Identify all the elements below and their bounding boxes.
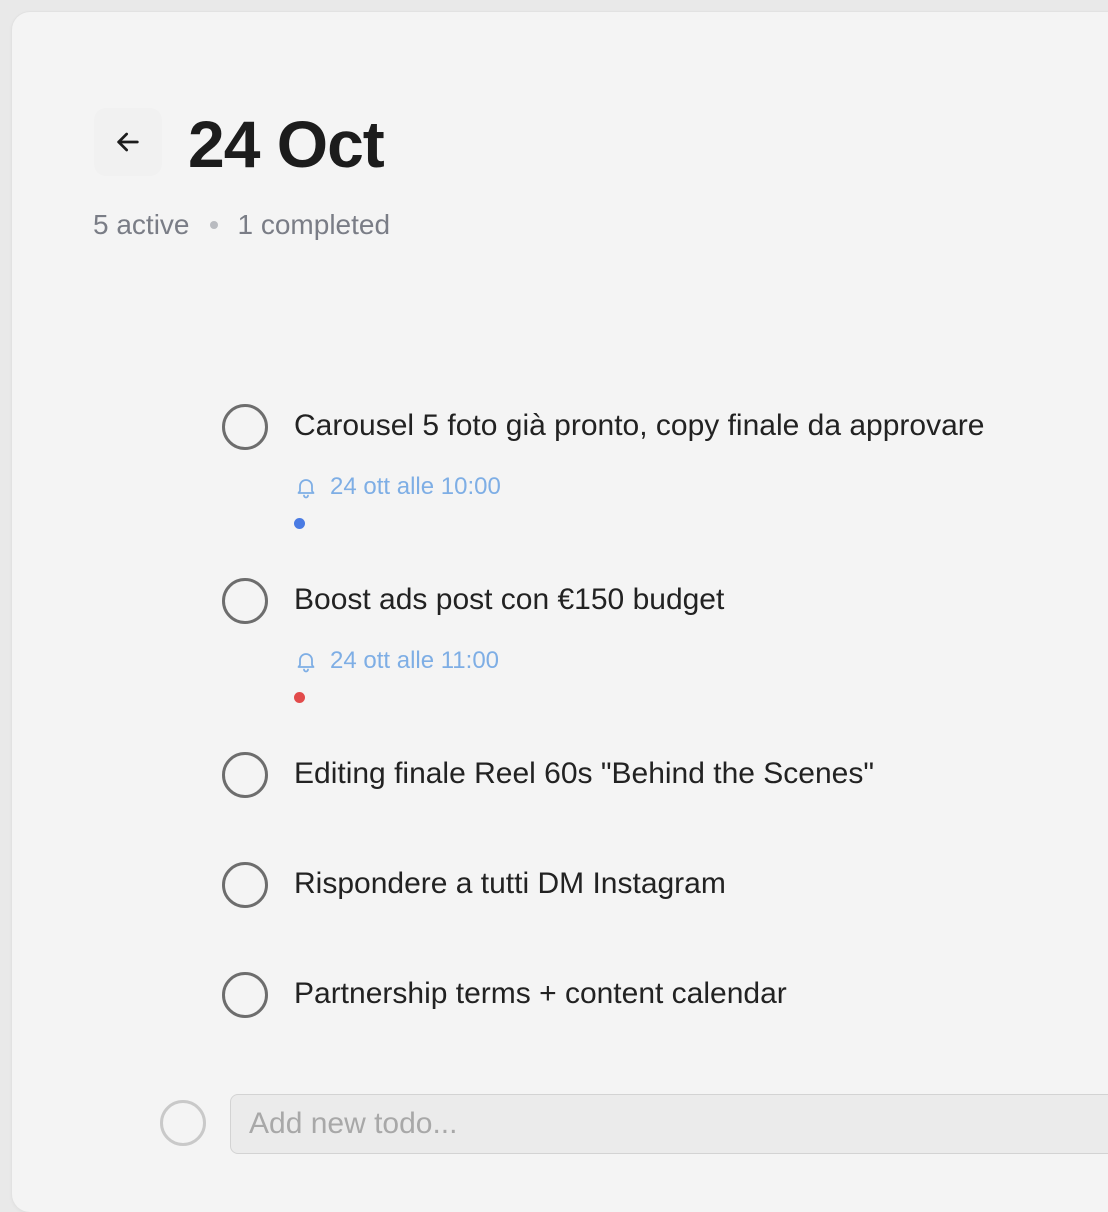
page-title: 24 Oct xyxy=(188,107,385,181)
todo-checkbox[interactable] xyxy=(222,752,268,798)
todo-panel: 24 Oct 5 active 1 completed Carousel 5 f… xyxy=(12,12,1108,1212)
todo-stats: 5 active 1 completed xyxy=(93,208,390,242)
todo-text[interactable]: Rispondere a tutti DM Instagram xyxy=(294,864,726,904)
new-todo-input[interactable] xyxy=(230,1094,1108,1154)
new-todo-checkbox xyxy=(160,1100,206,1146)
reminder-time: 24 ott alle 10:00 xyxy=(330,473,501,500)
bell-icon xyxy=(297,653,315,673)
priority-dot xyxy=(294,518,305,529)
todo-reminder: 24 ott alle 10:00 xyxy=(294,472,501,502)
todo-checkbox[interactable] xyxy=(222,972,268,1018)
reminder-time: 24 ott alle 11:00 xyxy=(330,647,500,674)
active-count: 5 active xyxy=(93,209,190,240)
todo-text[interactable]: Editing finale Reel 60s "Behind the Scen… xyxy=(294,754,874,794)
priority-dot xyxy=(294,692,305,703)
todo-checkbox[interactable] xyxy=(222,862,268,908)
arrow-left-icon xyxy=(117,132,139,152)
separator-dot xyxy=(209,221,218,229)
back-button[interactable] xyxy=(94,108,162,176)
bell-icon xyxy=(297,479,315,499)
todo-text[interactable]: Carousel 5 foto già pronto, copy finale … xyxy=(294,406,984,446)
completed-count: 1 completed xyxy=(237,209,391,240)
todo-text[interactable]: Boost ads post con €150 budget xyxy=(294,580,724,620)
todo-checkbox[interactable] xyxy=(222,578,268,624)
todo-text[interactable]: Partnership terms + content calendar xyxy=(294,974,787,1014)
todo-reminder: 24 ott alle 11:00 xyxy=(294,646,499,676)
todo-checkbox[interactable] xyxy=(222,404,268,450)
